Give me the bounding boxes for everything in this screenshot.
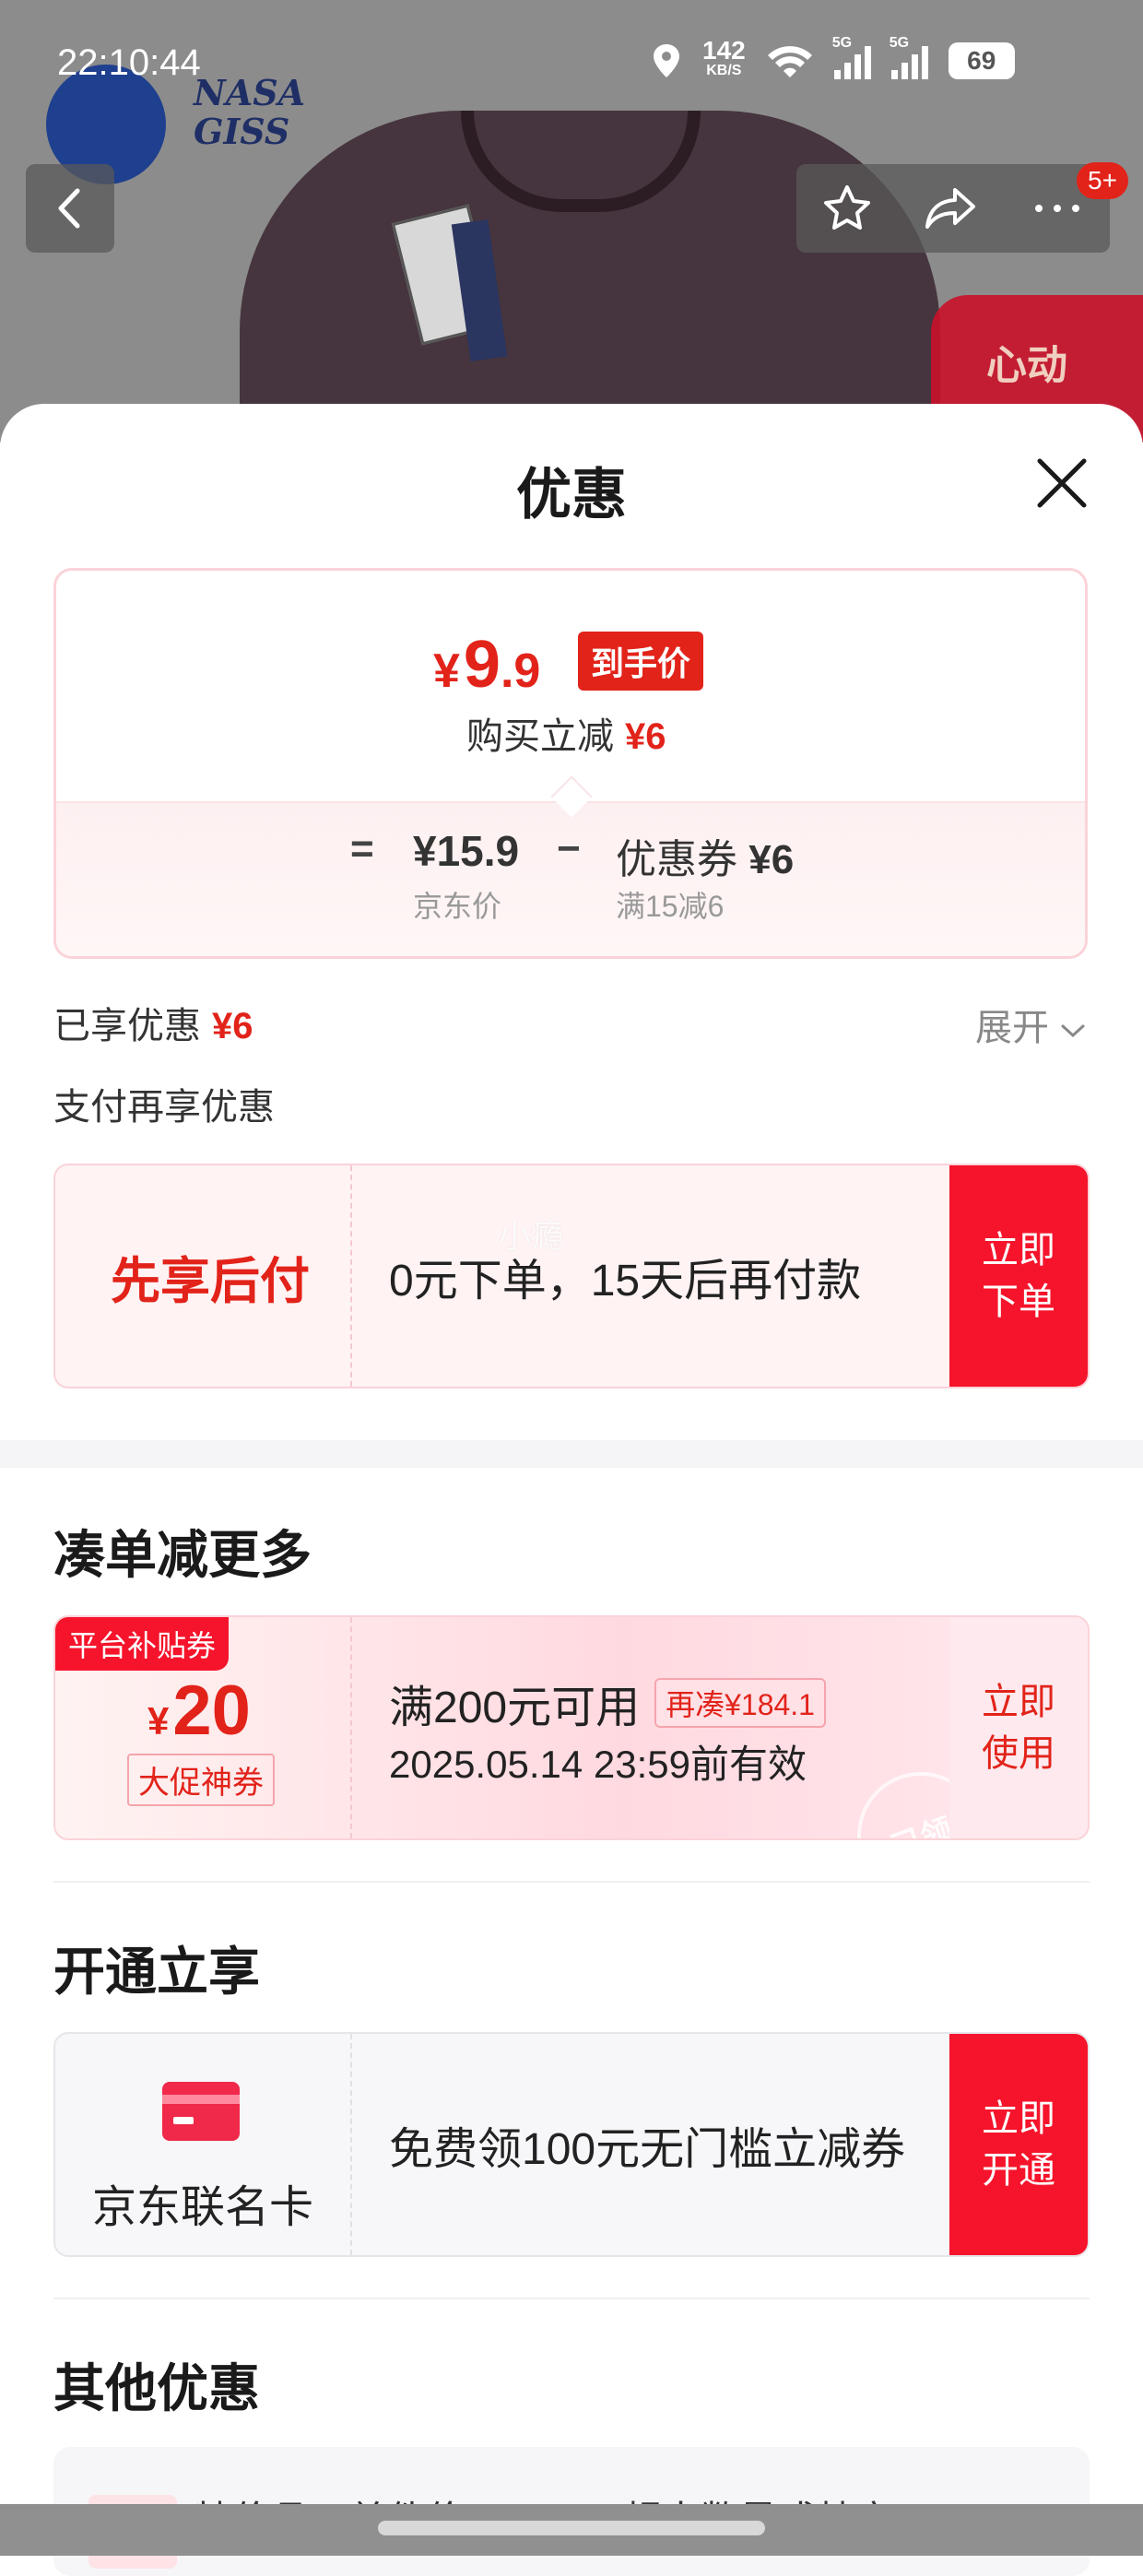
coupon-deduction: 优惠券 ¥6	[616, 826, 794, 885]
top-action-group	[796, 164, 1110, 253]
pay-later-card[interactable]: 先享后付 0元下单，15天后再付款 立即 下单	[53, 1164, 1090, 1388]
bundle-section-title: 凑单减更多	[53, 1526, 312, 1584]
watermark: 小瘾	[498, 1217, 565, 1255]
purchase-reduction-amount: ¥6	[625, 716, 666, 757]
pay-more-heading: 支付再享优惠	[53, 1087, 275, 1128]
purchase-reduction-label: 购买立减	[466, 716, 614, 757]
final-price: ¥9.9	[433, 627, 540, 703]
back-button[interactable]	[26, 164, 114, 253]
activate-now-button[interactable]: 立即 开通	[949, 2034, 1088, 2255]
star-icon[interactable]	[821, 183, 873, 234]
coupon-currency: ¥	[147, 1699, 170, 1743]
brand-text: NASA GISS	[194, 74, 305, 151]
other-offers-section-title: 其他优惠	[53, 2359, 260, 2417]
wifi-icon	[767, 46, 812, 77]
more-icon[interactable]	[1030, 199, 1085, 218]
net-speed-unit: KB/S	[706, 63, 742, 78]
co-brand-card-name: 京东联名卡	[91, 2183, 313, 2232]
jd-price-label: 京东价	[413, 890, 502, 923]
price-summary-card	[53, 568, 1088, 959]
co-brand-desc: 免费领100元无门槛立减券	[389, 2125, 906, 2174]
equals-sign: =	[350, 826, 374, 871]
signal-icon-1: 5G	[832, 35, 871, 79]
chevron-left-icon	[58, 188, 80, 229]
jd-co-brand-card[interactable]: 京东联名卡 免费领100元无门槛立减券 立即 开通	[53, 2032, 1090, 2257]
home-indicator[interactable]	[378, 2521, 765, 2535]
brand-line-1: NASA	[194, 72, 306, 113]
final-price-decimal: .9	[500, 644, 541, 698]
pay-later-desc: 0元下单，15天后再付款	[389, 1257, 862, 1306]
status-icons: 142 KB/S 5G 5G 69	[651, 35, 1015, 81]
enjoyed-discount-amount: ¥6	[212, 1006, 253, 1046]
status-time: 22:10:44	[57, 42, 201, 83]
pay-later-title: 先享后付	[111, 1253, 310, 1309]
divider	[53, 2298, 1090, 2299]
order-now-button[interactable]: 立即 下单	[949, 1165, 1088, 1387]
platform-subsidy-badge: 平台补贴券	[55, 1617, 230, 1671]
coupon-amount-value: 20	[172, 1672, 251, 1750]
jd-price: ¥15.9	[413, 827, 520, 875]
signal-label-2: 5G	[889, 35, 910, 51]
close-icon[interactable]	[1031, 452, 1093, 514]
promo-corner-text: 心动	[986, 343, 1067, 388]
coupon-condition-line: 满200元可用 再凑¥184.1	[389, 1671, 826, 1735]
platform-coupon-card[interactable]: 平台补贴券 ¥20 大促神券 满200元可用 再凑¥184.1 2025.05.1…	[53, 1615, 1090, 1840]
brand-line-2: GISS	[194, 111, 290, 152]
final-price-currency: ¥	[433, 644, 460, 698]
coupon-type: 大促神券	[127, 1754, 275, 1806]
expand-label: 展开	[975, 1008, 1049, 1048]
coupon-deduction-label: 优惠券	[616, 837, 737, 882]
enjoyed-discount-label: 已享优惠	[53, 1006, 201, 1046]
coupon-condition: 满15减6	[616, 890, 725, 923]
share-icon[interactable]	[924, 183, 979, 234]
enjoyed-discount: 已享优惠 ¥6	[53, 996, 253, 1049]
use-now-button[interactable]: 立即 使用	[949, 1617, 1088, 1838]
cart-badge: 5+	[1077, 162, 1128, 199]
final-price-badge: 到手价	[578, 632, 704, 691]
open-enjoy-section-title: 开通立享	[53, 1943, 260, 2001]
credit-card-icon	[162, 2082, 240, 2141]
location-icon	[654, 44, 679, 77]
chevron-down-icon	[1061, 1024, 1085, 1038]
coupon-expiry: 2025.05.14 23:59前有效	[389, 1743, 807, 1786]
expand-toggle[interactable]: 展开	[975, 998, 1087, 1051]
sheet-title: 优惠	[516, 464, 627, 526]
price-breakdown-area	[56, 801, 1085, 956]
net-speed: 142 KB/S	[702, 38, 746, 81]
coupon-amount: ¥20	[147, 1671, 251, 1751]
coupon-threshold: 满200元可用	[389, 1684, 641, 1732]
final-price-integer: 9	[463, 628, 501, 702]
coupon-gap-badge: 再凑¥184.1	[654, 1678, 826, 1728]
divider	[53, 1881, 1090, 1883]
purchase-reduction: 购买立减 ¥6	[466, 706, 666, 760]
signal-label-1: 5G	[831, 35, 853, 51]
signal-icon-2: 5G	[890, 35, 928, 79]
battery-icon: 69	[948, 42, 1015, 79]
coupon-deduction-value: ¥6	[748, 837, 795, 882]
minus-sign: −	[557, 826, 581, 871]
section-divider	[0, 1440, 1143, 1468]
